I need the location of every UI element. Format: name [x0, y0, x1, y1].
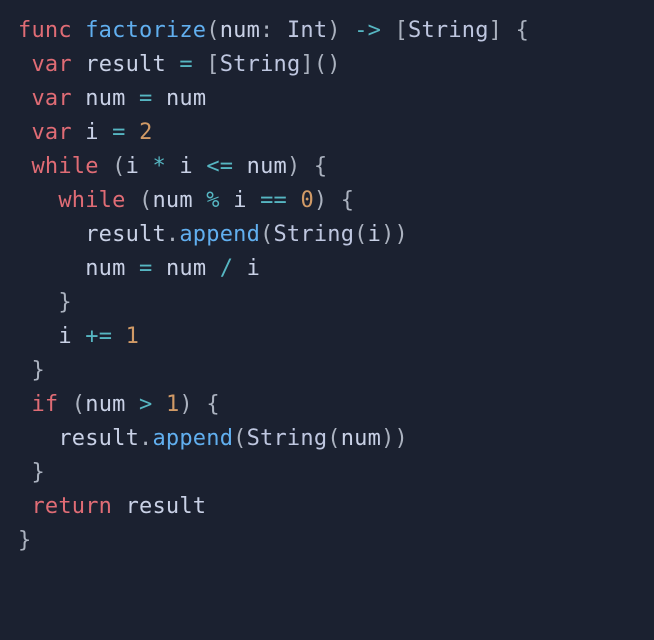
keyword-while: while: [58, 188, 125, 213]
number-literal: 0: [300, 188, 313, 213]
op-assign: =: [179, 52, 192, 77]
op-div: /: [220, 256, 233, 281]
method-append: append: [152, 426, 233, 451]
op-gt: >: [139, 392, 152, 417]
identifier: i: [126, 154, 139, 179]
code-line: func factorize(num: Int) -> [String] {: [18, 18, 529, 43]
code-line: var num = num: [18, 86, 206, 111]
code-line: var i = 2: [18, 120, 153, 145]
identifier: result: [85, 52, 166, 77]
code-line: }: [18, 528, 31, 553]
code-line: }: [18, 460, 45, 485]
identifier: num: [85, 256, 125, 281]
code-line: while (num % i == 0) {: [18, 188, 354, 213]
identifier: i: [233, 188, 246, 213]
number-literal: 1: [126, 324, 139, 349]
type-string: String: [408, 18, 489, 43]
keyword-var: var: [31, 52, 71, 77]
param-name: num: [220, 18, 260, 43]
identifier: num: [85, 392, 125, 417]
code-line: result.append(String(i)): [18, 222, 408, 247]
op-pluseq: +=: [85, 324, 112, 349]
code-line: }: [18, 358, 45, 383]
type-string: String: [273, 222, 354, 247]
identifier: num: [166, 256, 206, 281]
keyword-if: if: [31, 392, 58, 417]
identifier: i: [179, 154, 192, 179]
identifier: result: [126, 494, 207, 519]
code-block: func factorize(num: Int) -> [String] { v…: [0, 0, 654, 572]
op-mod: %: [206, 188, 219, 213]
identifier: result: [58, 426, 139, 451]
code-line: }: [18, 290, 72, 315]
op-assign: =: [112, 120, 125, 145]
identifier: i: [247, 256, 260, 281]
code-line: if (num > 1) {: [18, 392, 220, 417]
number-literal: 2: [139, 120, 152, 145]
identifier: i: [368, 222, 381, 247]
code-line: i += 1: [18, 324, 139, 349]
identifier: num: [247, 154, 287, 179]
op-eqeq: ==: [260, 188, 287, 213]
keyword-return: return: [31, 494, 112, 519]
identifier: num: [152, 188, 192, 213]
keyword-var: var: [31, 86, 71, 111]
identifier: num: [85, 86, 125, 111]
op-le: <=: [206, 154, 233, 179]
type-int: Int: [287, 18, 327, 43]
number-literal: 1: [166, 392, 179, 417]
op-assign: =: [139, 86, 152, 111]
keyword-var: var: [31, 120, 71, 145]
op-star: *: [153, 154, 166, 179]
code-line: return result: [18, 494, 206, 519]
identifier: num: [341, 426, 381, 451]
identifier: i: [58, 324, 71, 349]
identifier: num: [166, 86, 206, 111]
keyword-while: while: [31, 154, 98, 179]
code-line: num = num / i: [18, 256, 260, 281]
code-line: result.append(String(num)): [18, 426, 408, 451]
keyword-func: func: [18, 18, 72, 43]
function-name: factorize: [85, 18, 206, 43]
type-string: String: [247, 426, 328, 451]
arrow: ->: [354, 18, 381, 43]
code-line: var result = [String](): [18, 52, 341, 77]
identifier: result: [85, 222, 166, 247]
type-string: String: [220, 52, 301, 77]
code-line: while (i * i <= num) {: [18, 154, 327, 179]
op-assign: =: [139, 256, 152, 281]
method-append: append: [179, 222, 260, 247]
identifier: i: [85, 120, 98, 145]
